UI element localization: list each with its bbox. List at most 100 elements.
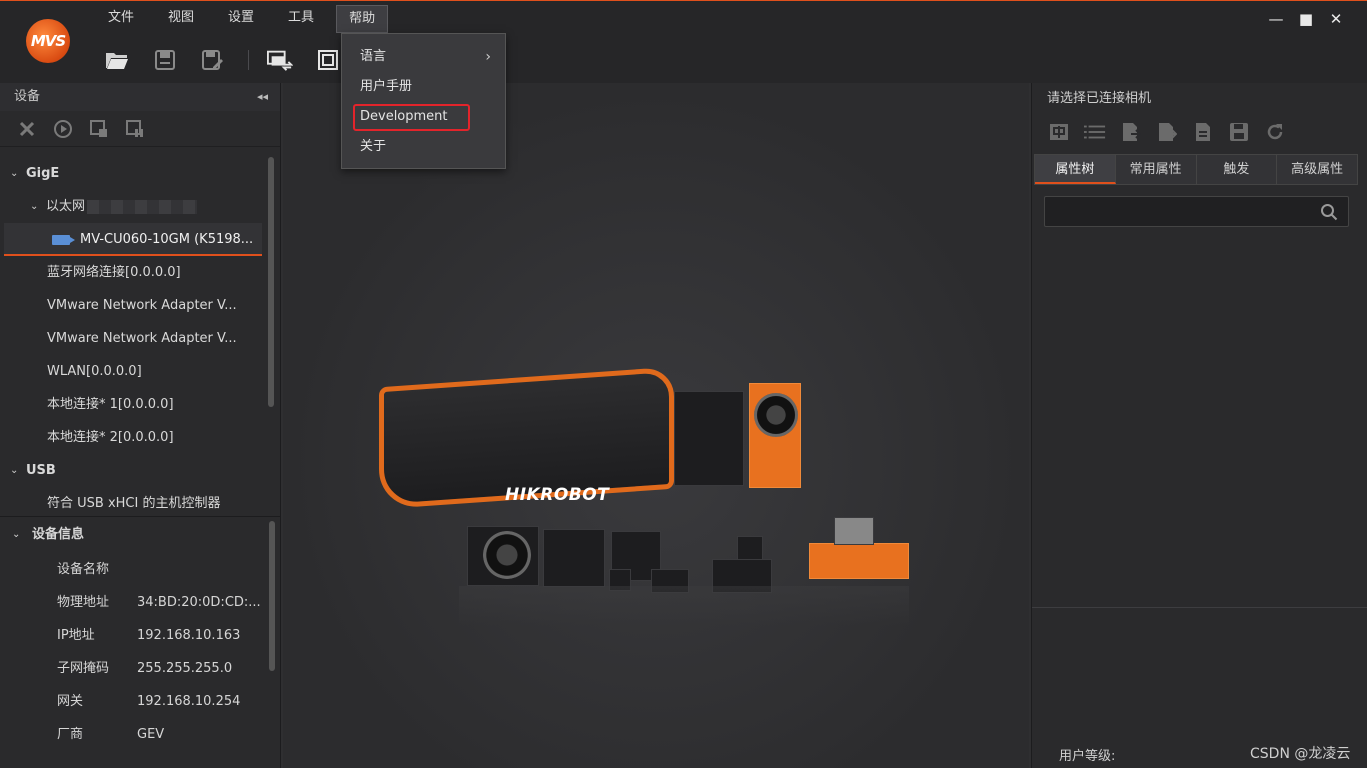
tree-adapter-vmware-1[interactable]: VMware Network Adapter V... (0, 289, 266, 322)
tab-property-tree[interactable]: 属性树 (1035, 155, 1116, 184)
info-key: IP地址 (57, 628, 95, 643)
menu-item-language[interactable]: 语言 › (342, 42, 505, 72)
camera-shape (809, 543, 909, 579)
chevron-down-icon[interactable]: ⌄ (12, 517, 20, 553)
window-controls: — ■ ✕ (1261, 9, 1351, 29)
menu-item-development[interactable]: Development (342, 102, 505, 132)
watermark-text: CSDN @龙凌云 (1250, 746, 1351, 762)
lens-shape (483, 531, 531, 579)
title-bar: MVS 文件 视图 设置 工具 帮助 — ■ ✕ (0, 1, 1367, 83)
section-title: 设备信息 (32, 527, 85, 542)
main-toolbar (104, 45, 363, 75)
property-panel-title: 请选择已连接相机 (1047, 91, 1152, 106)
tab-trigger[interactable]: 触发 (1196, 155, 1278, 184)
device-panel: 设备 ◂◂ ⌄ GigE ⌄ 以太网 MV-CU060-10GM (K5198.… (0, 83, 281, 768)
tree-group-label: USB (26, 463, 56, 478)
highlight-box (353, 104, 470, 131)
language-cn-icon[interactable] (1048, 121, 1070, 143)
info-scrollbar[interactable] (269, 521, 275, 671)
tree-group-usb[interactable]: ⌄ USB (0, 454, 266, 487)
export-icon[interactable] (1156, 121, 1178, 143)
product-showcase-image: HIKROBOT (379, 366, 925, 626)
info-value: 192.168.10.254 (137, 694, 241, 709)
collapse-panel-icon[interactable]: ◂◂ (257, 83, 268, 111)
panel-divider (1032, 607, 1367, 608)
property-toolbar (1032, 115, 1367, 149)
device-info-header[interactable]: ⌄ 设备信息 (0, 517, 281, 553)
menu-item-about[interactable]: 关于 (342, 132, 505, 162)
info-row-device-name: 设备名称 (0, 553, 281, 586)
menu-bar: 文件 视图 设置 工具 帮助 (96, 5, 398, 33)
info-key: 设备名称 (57, 562, 110, 577)
chevron-down-icon[interactable]: ⌄ (10, 454, 18, 487)
open-folder-icon[interactable] (104, 47, 130, 73)
info-row-ip: IP地址 192.168.10.163 (0, 619, 281, 652)
lens-shape (754, 393, 798, 437)
info-key: 子网掩码 (57, 661, 110, 676)
menu-tools[interactable]: 工具 (276, 5, 326, 33)
info-key: 网关 (57, 694, 84, 709)
user-level-label: 用户等级: (1059, 749, 1116, 764)
camera-shape (737, 536, 763, 560)
camera-shape (543, 529, 605, 587)
menu-help[interactable]: 帮助 (336, 5, 389, 33)
menu-item-label: 关于 (360, 139, 387, 154)
info-row-subnet: 子网掩码 255.255.255.0 (0, 652, 281, 685)
info-row-gateway: 网关 192.168.10.254 (0, 685, 281, 718)
save-as-icon[interactable] (200, 47, 226, 73)
record-icon[interactable] (88, 118, 110, 140)
close-button[interactable]: ✕ (1321, 9, 1351, 29)
info-value: GEV (137, 727, 165, 742)
menu-settings[interactable]: 设置 (216, 5, 266, 33)
maximize-button[interactable]: ■ (1291, 9, 1321, 29)
menu-item-user-manual[interactable]: 用户手册 (342, 72, 505, 102)
app-window: MVS 文件 视图 设置 工具 帮助 — ■ ✕ 语言 › 用户手册 Devel… (0, 0, 1367, 768)
property-panel: 请选择已连接相机 属性树 常用属性 触发 高级属性 用户等级: (1031, 83, 1367, 768)
menu-view[interactable]: 视图 (156, 5, 206, 33)
list-view-icon[interactable] (1084, 121, 1106, 143)
info-key: 物理地址 (57, 595, 110, 610)
toolbar-separator (248, 50, 249, 70)
menu-item-label: 用户手册 (360, 79, 413, 94)
chevron-down-icon[interactable]: ⌄ (30, 190, 38, 223)
camera-shape (834, 517, 874, 545)
capture-icon[interactable] (124, 118, 146, 140)
info-row-vendor: 厂商 GEV (0, 718, 281, 751)
menu-file[interactable]: 文件 (96, 5, 146, 33)
tree-scrollbar[interactable] (268, 157, 274, 407)
tab-advanced-properties[interactable]: 高级属性 (1277, 155, 1357, 184)
menu-item-label: 语言 (360, 49, 387, 64)
tab-common-properties[interactable]: 常用属性 (1115, 155, 1197, 184)
mvs-logo: MVS (26, 19, 70, 63)
fullscreen-icon[interactable] (315, 47, 341, 73)
tree-adapter-local-2[interactable]: 本地连接* 2[0.0.0.0] (0, 421, 266, 454)
play-icon[interactable] (52, 118, 74, 140)
switch-layout-icon[interactable] (267, 47, 293, 73)
camera-icon (52, 235, 75, 245)
import-icon[interactable] (1120, 121, 1142, 143)
tree-node-ethernet[interactable]: ⌄ 以太网 (0, 190, 266, 223)
disconnect-icon[interactable] (16, 118, 38, 140)
tree-node-label: 以太网 (46, 199, 86, 214)
chevron-down-icon[interactable]: ⌄ (10, 157, 18, 190)
save-icon[interactable] (152, 47, 178, 73)
brand-logo-text: HIKROBOT (505, 485, 610, 505)
info-row-mac: 物理地址 34:BD:20:0D:CD:... (0, 586, 281, 619)
redacted-text (87, 199, 198, 214)
document-icon[interactable] (1192, 121, 1214, 143)
minimize-button[interactable]: — (1261, 9, 1291, 29)
refresh-icon[interactable] (1264, 121, 1286, 143)
tree-adapter-bluetooth[interactable]: 蓝牙网络连接[0.0.0.0] (0, 256, 266, 289)
save-icon[interactable] (1228, 121, 1250, 143)
tree-adapter-wlan[interactable]: WLAN[0.0.0.0] (0, 355, 266, 388)
tree-device-selected[interactable]: MV-CU060-10GM (K5198... (4, 223, 262, 256)
tree-adapter-local-1[interactable]: 本地连接* 1[0.0.0.0] (0, 388, 266, 421)
tree-group-label: GigE (26, 166, 60, 181)
property-search-input[interactable] (1044, 196, 1349, 227)
search-icon[interactable] (1320, 203, 1338, 221)
property-tabs: 属性树 常用属性 触发 高级属性 (1034, 154, 1358, 185)
image-display-area[interactable]: HIKROBOT (283, 83, 1029, 768)
tree-group-gige[interactable]: ⌄ GigE (0, 157, 266, 190)
info-key: 厂商 (57, 727, 84, 742)
tree-adapter-vmware-2[interactable]: VMware Network Adapter V... (0, 322, 266, 355)
